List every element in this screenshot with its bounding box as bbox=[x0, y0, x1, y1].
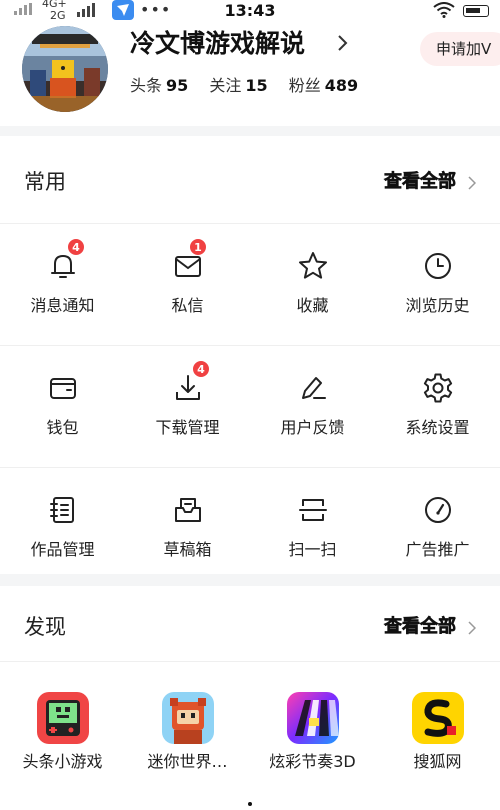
shortcut-label: 收藏 bbox=[296, 296, 329, 315]
inbox-icon bbox=[175, 498, 201, 522]
common-section-header: 常用 查看全部 bbox=[0, 136, 500, 224]
scan-icon bbox=[299, 499, 327, 521]
shortcut-downloads[interactable]: 4 下载管理 bbox=[125, 346, 250, 468]
notification-badge: 4 bbox=[67, 238, 85, 256]
wallet-icon bbox=[50, 378, 76, 399]
status-bar: 4G+ 2G ••• 13:43 bbox=[0, 0, 500, 22]
gear-icon bbox=[423, 373, 453, 403]
shortcut-drafts[interactable]: 草稿箱 bbox=[125, 468, 250, 590]
wifi-icon bbox=[433, 2, 455, 18]
chevron-right-icon[interactable] bbox=[468, 176, 476, 190]
shortcut-label: 下载管理 bbox=[155, 418, 220, 437]
shortcut-history[interactable]: 浏览历史 bbox=[375, 224, 500, 346]
shortcut-label: 消息通知 bbox=[30, 296, 95, 315]
stat-label: 关注 bbox=[209, 76, 242, 95]
sohu-logo-icon bbox=[412, 692, 464, 744]
stat-followers[interactable]: 粉丝 489 bbox=[289, 76, 358, 96]
app-sohu[interactable]: 搜狐网 bbox=[375, 662, 500, 802]
shortcut-messages[interactable]: 4 消息通知 bbox=[0, 224, 125, 346]
shortcut-direct-messages[interactable]: 1 私信 bbox=[125, 224, 250, 346]
stat-value: 15 bbox=[245, 76, 268, 95]
avatar[interactable] bbox=[22, 26, 108, 112]
discover-apps-row: 头条小游戏 迷你世界… 炫彩节奏3D 搜狐网 bbox=[0, 662, 500, 802]
shortcut-scan[interactable]: 扫一扫 bbox=[250, 468, 375, 590]
shortcut-label: 扫一扫 bbox=[288, 540, 337, 559]
notification-badge: 1 bbox=[189, 238, 207, 256]
shortcut-label: 私信 bbox=[171, 296, 204, 315]
discover-section: 发现 查看全部 头条小游戏 迷你世界… 炫彩节奏3D 搜狐网 bbox=[0, 586, 500, 810]
app-label: 头条小游戏 bbox=[22, 752, 103, 771]
rhythm-tiles-icon bbox=[287, 692, 339, 744]
section-title: 常用 bbox=[24, 170, 66, 194]
shortcut-feedback[interactable]: 用户反馈 bbox=[250, 346, 375, 468]
battery-icon bbox=[463, 5, 489, 17]
app-label: 搜狐网 bbox=[413, 752, 462, 771]
pen-icon bbox=[302, 377, 326, 399]
stat-label: 粉丝 bbox=[288, 76, 321, 95]
shortcut-works[interactable]: 作品管理 bbox=[0, 468, 125, 590]
stat-value: 489 bbox=[324, 76, 359, 95]
view-all-link[interactable]: 查看全部 bbox=[384, 171, 457, 193]
username[interactable]: 冷文博游戏解说 bbox=[130, 28, 305, 60]
shortcut-label: 作品管理 bbox=[30, 540, 95, 559]
shortcut-label: 用户反馈 bbox=[280, 418, 345, 437]
profile-stats: 头条 95 关注 15 粉丝 489 bbox=[130, 76, 374, 96]
chevron-right-icon[interactable] bbox=[468, 621, 476, 635]
shortcut-favorites[interactable]: 收藏 bbox=[250, 224, 375, 346]
app-mini-world[interactable]: 迷你世界… bbox=[125, 662, 250, 802]
clock: 13:43 bbox=[224, 1, 276, 20]
shortcut-row: 钱包 4 下载管理 用户反馈 系统设置 bbox=[0, 346, 500, 468]
app-label: 迷你世界… bbox=[147, 752, 228, 771]
section-title: 发现 bbox=[24, 615, 66, 639]
shortcut-label: 草稿箱 bbox=[163, 540, 212, 559]
notification-badge: 4 bbox=[192, 360, 210, 378]
clock-icon bbox=[425, 253, 451, 279]
shortcut-row: 作品管理 草稿箱 扫一扫 广告推广 bbox=[0, 468, 500, 590]
shortcut-label: 广告推广 bbox=[405, 540, 470, 559]
profile-header: 冷文博游戏解说 头条 95 关注 15 粉丝 489 申请加V bbox=[0, 22, 500, 126]
stat-value: 95 bbox=[166, 76, 189, 95]
discover-section-header: 发现 查看全部 bbox=[0, 586, 500, 662]
game-console-icon bbox=[37, 692, 89, 744]
chevron-right-icon[interactable] bbox=[336, 34, 348, 52]
mini-world-icon bbox=[162, 692, 214, 744]
shortcut-label: 浏览历史 bbox=[405, 296, 470, 315]
gauge-icon bbox=[425, 497, 451, 523]
home-indicator bbox=[248, 802, 252, 806]
common-section: 常用 查看全部 4 消息通知 1 私信 收藏 浏览历史 钱包 4 下载管理 用户… bbox=[0, 136, 500, 574]
app-toutiao-games[interactable]: 头条小游戏 bbox=[0, 662, 125, 802]
stat-following[interactable]: 关注 15 bbox=[209, 76, 267, 96]
stat-posts[interactable]: 头条 95 bbox=[130, 76, 188, 96]
shortcut-label: 系统设置 bbox=[405, 418, 470, 437]
app-rhythm-3d[interactable]: 炫彩节奏3D bbox=[250, 662, 375, 802]
apply-verification-button[interactable]: 申请加V bbox=[420, 32, 500, 66]
stat-label: 头条 bbox=[130, 76, 163, 95]
notebook-icon bbox=[50, 497, 74, 523]
shortcut-wallet[interactable]: 钱包 bbox=[0, 346, 125, 468]
view-all-link[interactable]: 查看全部 bbox=[384, 616, 457, 638]
app-label: 炫彩节奏3D bbox=[269, 752, 356, 771]
shortcut-row: 4 消息通知 1 私信 收藏 浏览历史 bbox=[0, 224, 500, 346]
star-icon bbox=[299, 252, 327, 279]
shortcut-settings[interactable]: 系统设置 bbox=[375, 346, 500, 468]
shortcut-label: 钱包 bbox=[46, 418, 79, 437]
shortcut-ads[interactable]: 广告推广 bbox=[375, 468, 500, 590]
